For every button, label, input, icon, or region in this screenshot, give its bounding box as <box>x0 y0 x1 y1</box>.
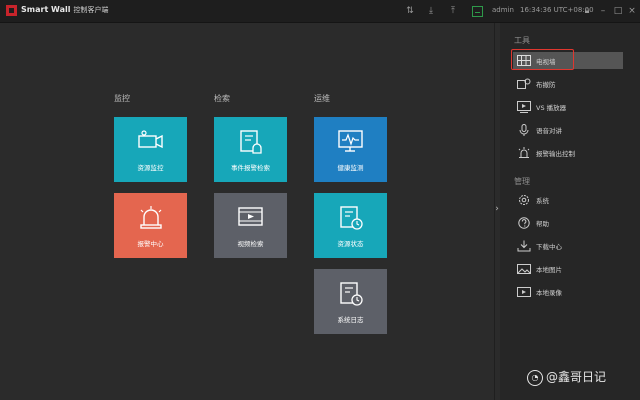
tile-label: 资源状态 <box>337 240 364 248</box>
sidebar-item-label: 系统 <box>536 197 549 205</box>
sidebar-item-system[interactable]: 系统 <box>513 191 623 208</box>
download-icon[interactable]: ⤓ <box>425 5 437 17</box>
sidebar-heading-manage: 管理 <box>514 177 530 186</box>
sort-arrows-icon[interactable]: ⇅ <box>404 5 416 17</box>
selection-highlight <box>511 49 574 70</box>
title-bar: Smart Wall 控制客户端 ⇅ ⤓ ⤒ admin 16:34:36 UTC… <box>0 0 640 23</box>
app-logo-icon <box>6 5 17 16</box>
sidebar-item-voice-intercom[interactable]: 语音对讲 <box>513 121 623 138</box>
watermark: ◔ @鑫哥日记 <box>527 368 606 386</box>
sidebar-item-label: 本地录像 <box>536 289 562 297</box>
sidebar-item-label: VS 播放器 <box>536 104 567 112</box>
sidebar-item-label: 下载中心 <box>536 243 562 251</box>
sidebar-heading-tools: 工具 <box>514 36 530 45</box>
tile-health-monitor[interactable]: 健康监测 <box>314 117 387 182</box>
player-icon <box>517 101 531 113</box>
sidebar-item-label: 布撤防 <box>536 81 556 89</box>
sidebar-item-arm-disarm[interactable]: 布撤防 <box>513 75 623 92</box>
gear-icon <box>519 195 529 205</box>
username[interactable]: admin <box>492 6 514 14</box>
tile-label: 健康监测 <box>337 164 364 172</box>
column-label-monitor: 监控 <box>114 94 130 103</box>
download-icon <box>517 240 531 252</box>
sidebar-item-local-images[interactable]: 本地图片 <box>513 260 623 277</box>
sidebar-item-vs-player[interactable]: VS 播放器 <box>513 98 623 115</box>
alarm-document-icon <box>240 130 262 154</box>
tile-label: 事件报警检索 <box>231 164 270 172</box>
sidebar-item-label: 帮助 <box>536 220 549 228</box>
watermark-logo-icon: ◔ <box>527 369 543 386</box>
arm-disarm-icon <box>517 78 531 89</box>
log-document-icon <box>340 282 363 306</box>
tile-resource-status[interactable]: 资源状态 <box>314 193 387 258</box>
alarm-light-icon <box>518 147 530 158</box>
minimize-icon[interactable]: – <box>597 5 609 17</box>
sidebar-item-label: 语音对讲 <box>536 127 562 135</box>
video-file-icon <box>517 287 531 297</box>
video-play-icon <box>238 207 263 226</box>
tile-resource-monitor[interactable]: 资源监控 <box>114 117 187 182</box>
close-icon[interactable]: × <box>626 5 638 17</box>
sidebar-item-alarm-output[interactable]: 报警输出控制 <box>513 144 623 161</box>
tile-event-alarm-search[interactable]: 事件报警检索 <box>214 117 287 182</box>
microphone-icon <box>519 124 529 136</box>
sidebar-item-help[interactable]: 帮助 <box>513 214 623 231</box>
upload-icon[interactable]: ⤒ <box>447 5 459 17</box>
camera-icon <box>138 130 163 149</box>
tile-video-search[interactable]: 视频检索 <box>214 193 287 258</box>
column-label-search: 检索 <box>214 94 230 103</box>
tile-label: 报警中心 <box>137 240 164 248</box>
tile-label: 资源监控 <box>137 164 164 172</box>
app-title: Smart Wall 控制客户端 <box>21 5 109 14</box>
sidebar-item-label: 报警输出控制 <box>536 150 575 158</box>
maximize-icon[interactable]: □ <box>612 5 624 17</box>
sidebar-item-download-center[interactable]: 下载中心 <box>513 237 623 254</box>
image-icon <box>517 264 531 274</box>
sidebar: 工具 电视墙 布撤防 VS 播放器 语音对讲 报警输出控制 管理 系统 帮助 下… <box>500 23 640 400</box>
status-document-icon <box>340 206 363 230</box>
alarm-light-icon <box>140 206 162 229</box>
main-panel: 监控 检索 运维 资源监控 报警中心 事件报警检索 视频检索 健康监测 资源状态… <box>0 23 494 400</box>
health-monitor-icon <box>338 130 363 152</box>
help-icon <box>518 217 530 229</box>
monitor-status-icon[interactable] <box>472 6 483 17</box>
sidebar-item-local-recordings[interactable]: 本地录像 <box>513 283 623 300</box>
column-label-ops: 运维 <box>314 94 330 103</box>
lock-icon[interactable]: 🔒︎ <box>581 5 593 17</box>
tile-system-log[interactable]: 系统日志 <box>314 269 387 334</box>
sidebar-item-label: 本地图片 <box>536 266 562 274</box>
tile-label: 系统日志 <box>337 316 364 324</box>
tile-alarm-center[interactable]: 报警中心 <box>114 193 187 258</box>
tile-label: 视频检索 <box>237 240 264 248</box>
